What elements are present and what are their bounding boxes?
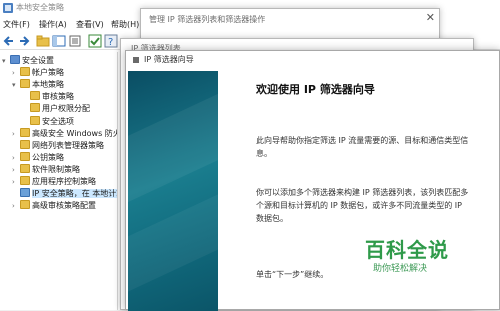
tree-item[interactable]: › 应用程序控制策略 xyxy=(12,176,96,188)
chevron-icon[interactable]: › xyxy=(12,128,20,140)
folder-icon xyxy=(30,103,40,113)
folder-icon xyxy=(20,67,30,77)
wizard-banner-image xyxy=(128,71,218,311)
tree-item-label: 软件限制策略 xyxy=(32,164,80,174)
tree-item-label: 安全选项 xyxy=(42,116,74,126)
tree-item-label: 审核策略 xyxy=(42,92,74,102)
app-icon xyxy=(3,3,13,13)
tree-item[interactable]: 网络列表管理器策略 xyxy=(12,139,104,152)
tree-item-label: 安全设置 xyxy=(22,56,54,65)
tree-item[interactable]: IP 安全策略，在 本地计算机 xyxy=(12,188,117,200)
folder-icon xyxy=(20,127,30,137)
list-view-icon[interactable] xyxy=(68,34,82,48)
tree-item[interactable]: 安全选项 xyxy=(22,115,74,128)
wizard-title-bar: IP 筛选器向导 xyxy=(126,51,499,69)
chevron-icon[interactable]: › xyxy=(12,164,20,176)
tree-item[interactable]: › 高级安全 Windows 防火墙 xyxy=(12,127,117,140)
tree-item[interactable]: 审核策略 xyxy=(22,91,74,103)
tree-item[interactable]: 用户权限分配 xyxy=(22,103,90,115)
tree-item-label: 本地策略 xyxy=(32,80,64,90)
menu-file[interactable]: 文件(F) xyxy=(3,19,30,30)
folder-icon xyxy=(20,151,30,161)
tree-item-label: 用户权限分配 xyxy=(42,104,90,114)
tree-item-label: IP 安全策略，在 本地计算机 xyxy=(32,189,117,199)
tree-item-label: 网络列表管理器策略 xyxy=(32,140,104,150)
help-icon[interactable]: ? xyxy=(104,34,118,48)
tree-item[interactable]: ▾ 本地策略 xyxy=(12,79,64,91)
folder-icon xyxy=(20,163,30,173)
tree-item[interactable]: ▾ 安全设置 xyxy=(2,55,54,67)
wizard-description-text: 你可以添加多个筛选器来构建 IP 筛选器列表，该列表匹配多个源和目标计算机的 I… xyxy=(256,188,469,223)
tree-item-label: 公钥策略 xyxy=(32,152,64,162)
wizard-title: IP 筛选器向导 xyxy=(144,55,194,64)
menu-help[interactable]: 帮助(H) xyxy=(111,19,139,30)
chevron-icon[interactable]: ▾ xyxy=(12,79,20,91)
close-icon[interactable]: ✕ xyxy=(426,11,435,24)
chevron-icon[interactable]: › xyxy=(12,67,20,79)
shield-icon xyxy=(10,55,20,64)
forward-arrow-icon[interactable] xyxy=(17,34,31,48)
menu-view[interactable]: 查看(V) xyxy=(76,19,104,30)
back-arrow-icon[interactable] xyxy=(2,34,16,48)
show-hide-tree-icon[interactable] xyxy=(52,34,66,48)
checkmark-icon[interactable] xyxy=(88,34,102,48)
chevron-icon[interactable]: ▾ xyxy=(2,55,10,67)
tree-item-label: 高级安全 Windows 防火墙 xyxy=(32,128,117,138)
tree-item-label: 应用程序控制策略 xyxy=(32,177,96,186)
wizard-icon xyxy=(133,57,139,63)
svg-text:?: ? xyxy=(108,37,113,48)
tree-item[interactable]: › 软件限制策略 xyxy=(12,163,80,176)
folder-icon xyxy=(30,115,40,125)
tree-item-label: 帐户策略 xyxy=(32,68,64,78)
chevron-icon[interactable]: › xyxy=(12,176,20,188)
folder-icon xyxy=(20,79,30,89)
tree-item[interactable]: › 公钥策略 xyxy=(12,151,64,164)
folder-icon xyxy=(30,91,40,101)
dialog-title: 管理 IP 筛选器列表和筛选器操作 xyxy=(149,15,266,24)
up-folder-icon[interactable] xyxy=(36,34,50,48)
menu-action[interactable]: 操作(A) xyxy=(39,19,67,30)
watermark-sub-text: 助你轻松解决 xyxy=(373,264,428,274)
network-icon xyxy=(20,188,30,198)
chevron-icon[interactable]: › xyxy=(12,200,20,212)
watermark-main-text: 百科全说 xyxy=(365,238,449,262)
watermark-logo: 百科全说 助你轻松解决 xyxy=(357,234,477,284)
folder-icon xyxy=(20,200,30,210)
wizard-heading: 欢迎使用 IP 筛选器向导 xyxy=(256,83,375,96)
tree-item-label: 高级审核策略配置 xyxy=(32,201,96,211)
chevron-icon[interactable]: › xyxy=(12,152,20,164)
wizard-intro-text: 此向导帮助你指定筛选 IP 流量需要的源、目标和通信类型信息。 xyxy=(256,136,469,158)
tree-item[interactable]: › 高级审核策略配置 xyxy=(12,200,96,212)
tree-item[interactable]: › 帐户策略 xyxy=(12,67,64,79)
folder-icon xyxy=(20,176,30,185)
folder-icon xyxy=(20,139,30,149)
window-title: 本地安全策略 xyxy=(16,3,64,12)
tree-pane: ▾ 安全设置 › 帐户策略 ▾ 本地策略 审核策略 用户权限分配 安全选项 › 高级安全 Windo… xyxy=(0,52,118,310)
